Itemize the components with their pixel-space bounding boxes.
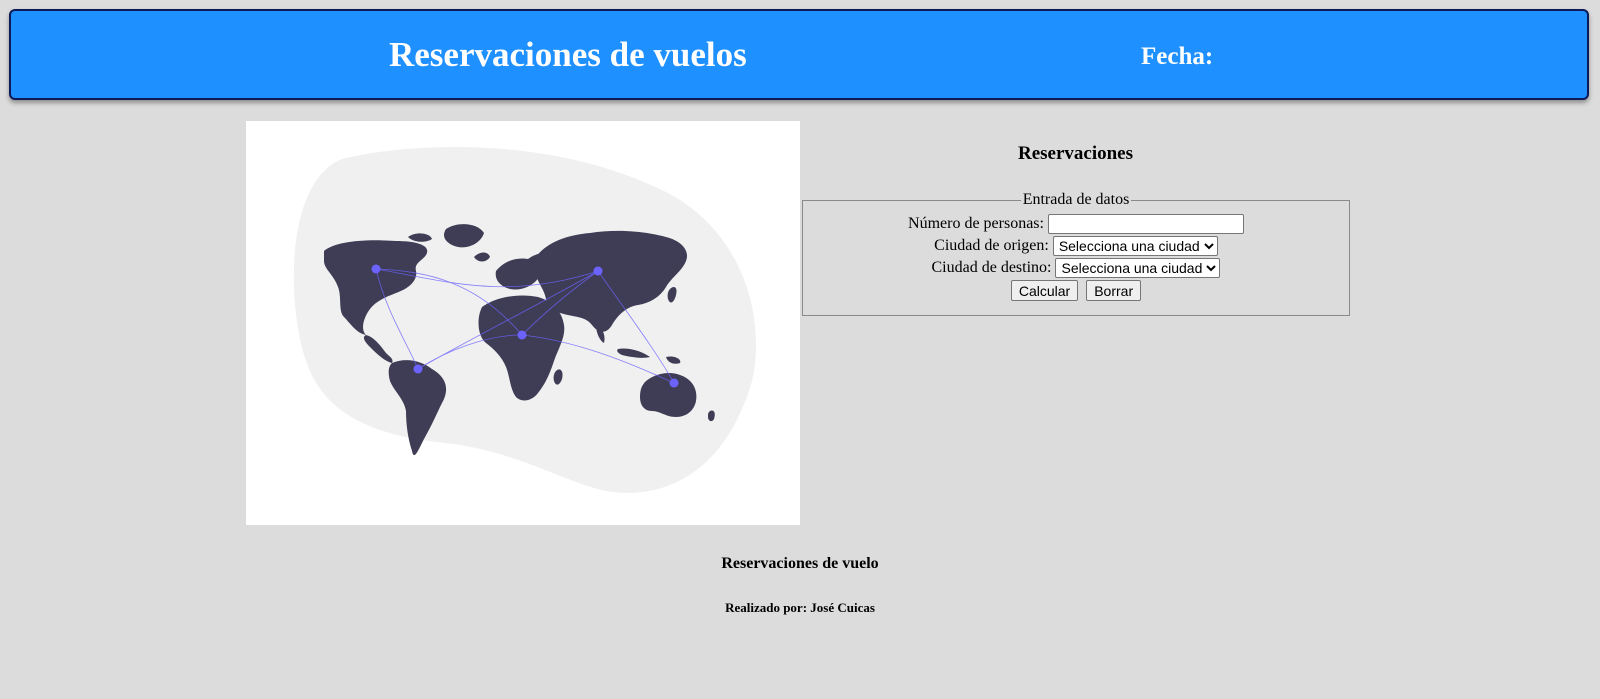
persons-row: Número de personas: (811, 213, 1341, 235)
world-map-image (293, 146, 756, 493)
footer-title: Reservaciones de vuelo (721, 555, 879, 572)
page-header: Reservaciones de vuelos Fecha: (9, 9, 1589, 100)
date-label: Fecha: (1141, 43, 1214, 70)
page-title: Reservaciones de vuelos (389, 35, 747, 74)
origin-row: Ciudad de origen: Selecciona una ciudad (811, 235, 1341, 257)
reservations-title: Reservaciones (1017, 143, 1134, 164)
origin-select[interactable]: Selecciona una ciudad (1052, 236, 1218, 257)
origin-label: Ciudad de origen: (934, 237, 1049, 254)
destination-select[interactable]: Selecciona una ciudad (1055, 258, 1221, 279)
fieldset-legend: Entrada de datos (1022, 191, 1130, 208)
destination-label: Ciudad de destino: (931, 259, 1052, 276)
footer-author: Realizado por: José Cuicas (725, 600, 875, 615)
world-map-illustration (246, 121, 800, 525)
data-entry-fieldset: Entrada de datos Número de personas: Ciu… (802, 191, 1350, 316)
calculate-button[interactable]: Calcular (1010, 280, 1079, 302)
destination-row: Ciudad de destino: Selecciona una ciudad (811, 257, 1341, 279)
buttons-row: Calcular Borrar (811, 279, 1341, 302)
clear-button[interactable]: Borrar (1086, 280, 1142, 302)
persons-input[interactable] (1047, 214, 1244, 235)
persons-label: Número de personas: (908, 215, 1044, 232)
